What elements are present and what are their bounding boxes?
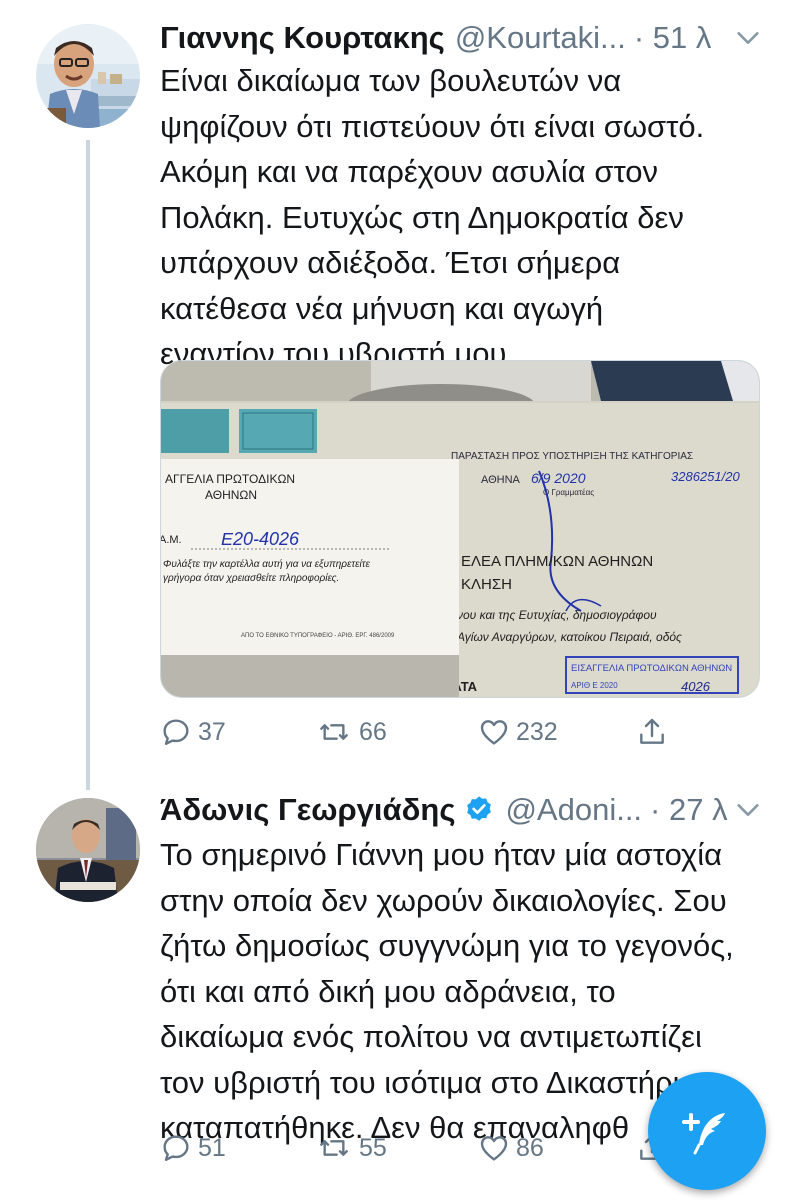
- compose-tweet-icon: [682, 1113, 725, 1155]
- stamp-city-text: ΑΘΗΝΑ: [481, 474, 521, 486]
- tweet-header: Άδωνις Γεωργιάδης @Adoni... · 27 λ: [160, 790, 762, 830]
- doc-line-2: ΚΛΗΣΗ: [461, 576, 512, 593]
- heart-icon: [480, 720, 508, 745]
- doc-line-3: νου και της Ευτυχίας, δημοσιογράφου: [457, 608, 657, 622]
- author-handle[interactable]: @Kourtaki...: [455, 20, 626, 56]
- retweet-count: 55: [359, 1133, 387, 1162]
- tweet-text: Είναι δικαίωμα των βουλευτών να ψηφίζουν…: [160, 63, 705, 371]
- like-button[interactable]: 232: [478, 712, 558, 752]
- reply-count: 51: [198, 1133, 226, 1162]
- reply-icon: [163, 1135, 189, 1161]
- like-count: 232: [516, 717, 558, 746]
- doc-line-4: Αγίων Αναργύρων, κατοίκου Πειραιά, οδός: [456, 630, 682, 644]
- doc-line-1: ΕΛΕΑ ΠΛΗΜ/ΚΩΝ ΑΘΗΝΩΝ: [461, 553, 653, 570]
- tweet-kourtakis[interactable]: Γιαννης Κουρτακης @Kourtaki... · 51 λ Εί…: [0, 0, 792, 780]
- compose-tweet-button[interactable]: [648, 1072, 766, 1190]
- stamp-top-text: ΠΑΡΑΣΤΑΣΗ ΠΡΟΣ ΥΠΟΣΤΗΡΙΞΗ ΤΗΣ ΚΑΤΗΓΟΡΙΑΣ: [451, 451, 693, 462]
- reply-count: 37: [198, 717, 226, 746]
- tweet-actions: 37 66 232: [160, 712, 720, 752]
- card-footer: ΑΠΟ ΤΟ ΕΘΝΙΚΟ ΤΥΠΟΓΡΑΦΕΙΟ - ΑΡΙΘ. ΕΡΓ. 4…: [241, 633, 395, 639]
- avatar-georgiadis[interactable]: [36, 798, 140, 902]
- retweet-icon: [320, 724, 348, 740]
- share-icon: [640, 718, 664, 744]
- avatar-kourtakis[interactable]: [36, 24, 140, 128]
- verified-badge-icon: [467, 796, 492, 821]
- tweet-time[interactable]: · 51 λ: [634, 20, 712, 56]
- reply-button[interactable]: 51: [160, 1128, 226, 1168]
- tweet-time[interactable]: · 27 λ: [650, 792, 728, 828]
- blue-stamp-text: ΕΙΣΑΓΓΕΛΙΑ ΠΡΩΤΟΔΙΚΩΝ ΑΘΗΝΩΝ: [571, 663, 732, 674]
- author-name[interactable]: Άδωνις Γεωργιάδης: [160, 792, 455, 828]
- author-handle[interactable]: @Adoni...: [505, 792, 642, 828]
- share-button[interactable]: [636, 712, 668, 752]
- tweet-media-image[interactable]: ΠΑΡΑΣΤΑΣΗ ΠΡΟΣ ΥΠΟΣΤΗΡΙΞΗ ΤΗΣ ΚΑΤΗΓΟΡΙΑΣ…: [160, 360, 760, 698]
- retweet-icon: [320, 1140, 348, 1156]
- card-am: Α.Μ.: [161, 534, 182, 546]
- stamp-sub-text: Ο Γραμματέας: [543, 488, 594, 497]
- stamp-number-text: 3286251/20: [671, 469, 740, 484]
- tweet-actions: 51 55 86: [160, 1128, 720, 1168]
- heart-icon: [480, 1136, 508, 1161]
- reply-button[interactable]: 37: [160, 712, 226, 752]
- card-number: Ε20-4026: [221, 529, 300, 549]
- retweet-count: 66: [359, 717, 387, 746]
- like-button[interactable]: 86: [478, 1128, 544, 1168]
- retweet-button[interactable]: 55: [315, 1128, 387, 1168]
- retweet-button[interactable]: 66: [315, 712, 387, 752]
- like-count: 86: [516, 1133, 544, 1162]
- author-name[interactable]: Γιαννης Κουρτακης: [160, 20, 445, 56]
- tweet-header: Γιαννης Κουρτακης @Kourtaki... · 51 λ: [160, 18, 762, 58]
- chevron-down-icon[interactable]: [734, 796, 762, 824]
- blue-stamp-num: 4026: [681, 679, 711, 694]
- blue-stamp-sub: ΑΡΙΘ Ε 2020: [571, 681, 618, 690]
- reply-icon: [163, 719, 189, 745]
- chevron-down-icon[interactable]: [734, 24, 762, 52]
